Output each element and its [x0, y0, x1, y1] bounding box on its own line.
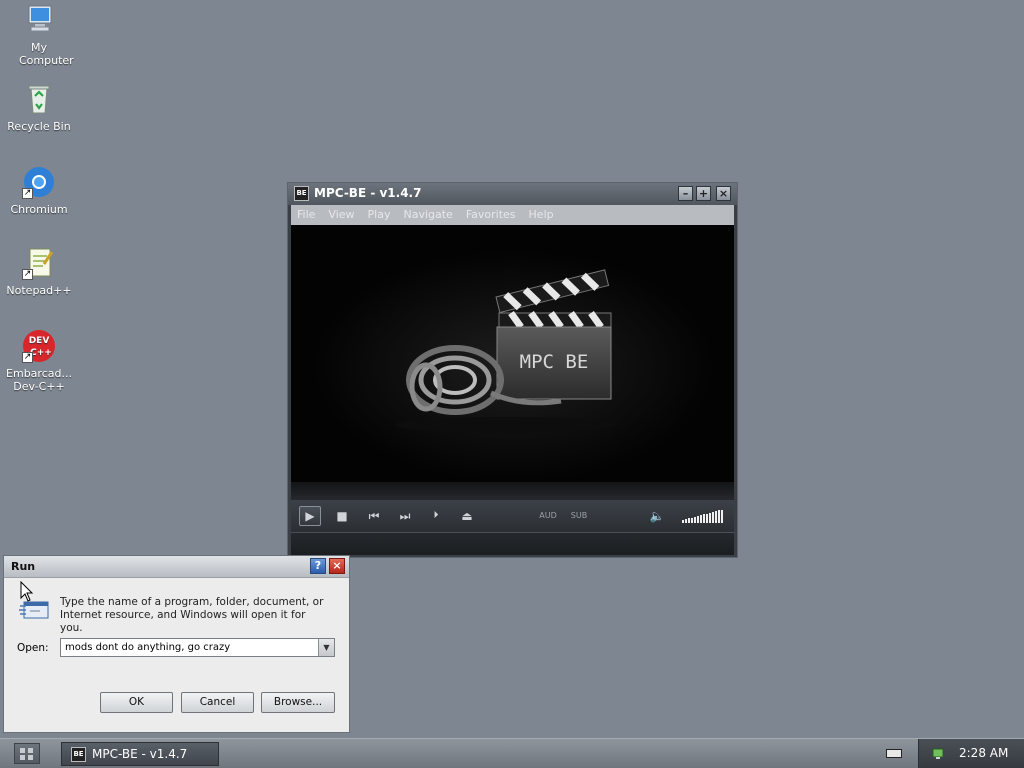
desktop-icon-label: My Computer	[19, 41, 74, 67]
volume-bar	[682, 520, 684, 523]
volume-bar	[721, 509, 723, 523]
desktop-icon-my-computer[interactable]: My Computer	[1, 3, 77, 67]
shortcut-arrow-icon: ↗	[22, 188, 33, 199]
shortcut-arrow-icon: ↗	[22, 352, 33, 363]
taskbar-item-mpc-be[interactable]: BE MPC-BE - v1.4.7	[61, 742, 219, 766]
mouse-cursor-icon	[20, 581, 34, 602]
volume-bar	[688, 518, 690, 523]
logo-text: MPC BE	[520, 351, 589, 373]
menu-file[interactable]: File	[291, 205, 322, 221]
volume-bar	[712, 512, 714, 523]
mpc-titlebar[interactable]: BE MPC-BE - v1.4.7 – + ×	[288, 183, 737, 205]
mpc-be-icon: BE	[71, 747, 86, 762]
desktop-icon-label: Notepad++	[6, 284, 72, 297]
menu-favorites[interactable]: Favorites	[460, 205, 523, 221]
taskbar-item-label: MPC-BE - v1.4.7	[92, 747, 188, 761]
desktop-icon-recycle-bin[interactable]: Recycle Bin	[1, 82, 77, 133]
menubar: File View Play Navigate Favorites Help	[291, 205, 734, 225]
volume-bar	[709, 512, 711, 523]
volume-bar	[697, 516, 699, 523]
run-titlebar[interactable]: Run ? ×	[4, 556, 349, 578]
audio-track-button[interactable]: AUD	[536, 506, 560, 526]
browse-button[interactable]: Browse...	[261, 692, 335, 713]
desktop-icon-label: Chromium	[10, 203, 68, 216]
start-button[interactable]	[14, 743, 40, 764]
speaker-icon[interactable]: 🔈	[649, 506, 665, 526]
shortcut-arrow-icon: ↗	[22, 269, 33, 280]
close-button[interactable]: ×	[716, 186, 731, 201]
open-combobox[interactable]: ▼	[60, 638, 335, 657]
volume-bar	[703, 514, 705, 523]
desktop-icon-chromium[interactable]: ↗ Chromium	[1, 165, 77, 216]
stop-button[interactable]: ■	[334, 506, 350, 526]
volume-bar	[706, 513, 708, 523]
menu-view[interactable]: View	[322, 205, 361, 221]
frame-step-button[interactable]: ⏵	[428, 506, 444, 526]
mpc-be-logo: MPC BE	[291, 225, 734, 482]
volume-bar	[715, 511, 717, 523]
status-bar	[291, 532, 734, 555]
volume-bar	[718, 510, 720, 523]
desktop-icon-label: Recycle Bin	[7, 120, 71, 133]
chromium-icon: ↗	[22, 165, 56, 199]
next-button[interactable]: ⏭	[397, 506, 413, 526]
mpc-be-window[interactable]: BE MPC-BE - v1.4.7 – + × File View Play Nav…	[287, 182, 738, 558]
recycle-bin-icon	[22, 82, 56, 116]
volume-bar	[691, 517, 693, 523]
help-button[interactable]: ?	[310, 558, 326, 574]
clock[interactable]: 2:28 AM	[959, 746, 1008, 760]
network-icon[interactable]	[931, 746, 945, 760]
computer-icon	[22, 3, 56, 37]
chevron-down-icon[interactable]: ▼	[318, 639, 334, 656]
taskbar: BE MPC-BE - v1.4.7 2:28 AM	[0, 738, 1024, 768]
eject-button[interactable]: ⏏	[459, 506, 475, 526]
mpc-be-icon: BE	[294, 186, 309, 201]
close-button[interactable]: ×	[329, 558, 345, 574]
keyboard-icon[interactable]	[886, 749, 902, 758]
volume-bar	[685, 519, 687, 523]
open-input[interactable]	[61, 639, 315, 655]
desktop-icon-notepad-plus-plus[interactable]: ↗ Notepad++	[1, 246, 77, 297]
volume-bar	[694, 516, 696, 523]
cancel-button[interactable]: Cancel	[181, 692, 254, 713]
notepad-plus-plus-icon: ↗	[22, 246, 56, 280]
previous-button[interactable]: ⏮	[366, 506, 382, 526]
desktop-icon-dev-cpp[interactable]: DEV C++ ↗ Embarcad... Dev-C++	[1, 329, 77, 393]
ok-button[interactable]: OK	[100, 692, 173, 713]
dev-cpp-icon: DEV C++ ↗	[22, 329, 56, 363]
window-title: MPC-BE - v1.4.7	[314, 186, 422, 200]
dialog-title: Run	[11, 560, 36, 573]
subtitle-button[interactable]: SUB	[567, 506, 591, 526]
volume-slider[interactable]	[682, 509, 726, 523]
play-button[interactable]: ▶	[299, 506, 321, 526]
run-dialog[interactable]: Run ? × Type the name of a program, fold…	[3, 555, 350, 733]
seek-bar[interactable]	[291, 482, 734, 500]
volume-bar	[700, 515, 702, 523]
menu-help[interactable]: Help	[523, 205, 561, 221]
maximize-button[interactable]: +	[696, 186, 711, 201]
open-label: Open:	[17, 642, 49, 654]
svg-text:C++: C++	[30, 348, 52, 358]
desktop-icon-label: Embarcad... Dev-C++	[6, 367, 72, 393]
playback-controls: ▶ ■ ⏮ ⏭ ⏵ ⏏ AUD SUB 🔈	[291, 500, 734, 532]
video-area[interactable]: MPC BE	[291, 225, 734, 482]
menu-play[interactable]: Play	[362, 205, 398, 221]
minimize-button[interactable]: –	[678, 186, 693, 201]
svg-text:DEV: DEV	[29, 336, 50, 346]
menu-navigate[interactable]: Navigate	[397, 205, 459, 221]
run-instructions: Type the name of a program, folder, docu…	[60, 596, 324, 634]
